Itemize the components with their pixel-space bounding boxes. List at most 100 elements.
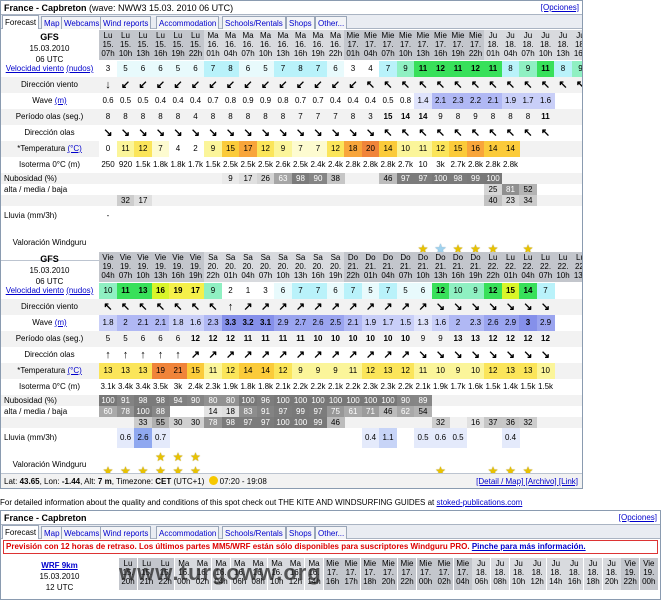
value-cell: 9 (291, 363, 310, 379)
value-cell: 14 (256, 363, 275, 379)
value-cell (432, 395, 450, 406)
value-cell: 8 (525, 112, 531, 121)
value-cell: 5 (169, 61, 187, 77)
value-cell (134, 206, 152, 226)
value-cell (362, 417, 380, 428)
spot-title-2: France - Capbreton (4, 513, 87, 523)
pro-info-link[interactable]: Pinche para más información. (472, 542, 586, 551)
stoked-link[interactable]: stoked-publications.com (437, 498, 523, 507)
value-cell: 7 (309, 61, 327, 77)
value-cell (152, 206, 170, 226)
unit-link[interactable]: (m) (55, 96, 67, 105)
day-label: Ju (588, 559, 598, 568)
value-cell: 80 (204, 395, 222, 406)
tab-webcams[interactable]: Webcams (61, 526, 103, 539)
value-cell (222, 184, 240, 195)
value-cell: 98 (151, 395, 170, 406)
tab-schools-rentals[interactable]: Schools/Rentals (222, 16, 286, 29)
wind-speed-link[interactable]: Velocidad viento (6, 64, 64, 73)
unit-link[interactable]: (°C) (67, 144, 81, 153)
value-cell (572, 331, 583, 347)
value-cell (519, 428, 537, 448)
arrow-cell: ↗ (260, 349, 271, 361)
time-cell: Lu 22. 22h (484, 252, 502, 282)
value-cell: 14 (484, 141, 502, 157)
value-cell: 9 (438, 112, 443, 121)
value-cell: 12 (466, 61, 485, 77)
time-cell: Ju 18. 14h (546, 558, 565, 590)
value-cell: 10 (383, 334, 393, 343)
value-cell (292, 184, 310, 195)
tab-schools-rentals[interactable]: Schools/Rentals (222, 526, 286, 539)
day-label: Ju (570, 559, 579, 568)
value-cell: 7 (379, 283, 397, 299)
value-cell: 9 (519, 61, 537, 77)
tab-map[interactable]: Map (41, 16, 63, 29)
model-name-2: WRF 9km (41, 561, 78, 570)
date-label: 18. (557, 40, 569, 49)
day-label: Lu (138, 31, 148, 40)
tab-other[interactable]: Other... (315, 526, 348, 539)
day-label: Mie (363, 559, 377, 568)
tab-map[interactable]: Map (41, 526, 63, 539)
value-cell: 9 (326, 363, 345, 379)
value-cell (554, 379, 572, 395)
tab-other[interactable]: Other... (315, 16, 348, 29)
value-cell: 11 (541, 112, 550, 121)
value-cell: 8 (554, 61, 572, 77)
guide-note: For detailed information about the quali… (0, 498, 523, 507)
value-cell (467, 206, 485, 226)
tab-forecast[interactable]: Forecast (2, 525, 40, 539)
time-cell: Ju 18. 18h (584, 558, 602, 590)
unit-link[interactable]: (°C) (67, 366, 81, 375)
day-label: Ju (541, 31, 550, 40)
tab-forecast[interactable]: Forecast (2, 15, 40, 29)
arrow-cell (572, 125, 583, 141)
day-label: Do (435, 253, 446, 262)
value-cell: 83 (239, 406, 257, 417)
value-cell: 1.8k (152, 160, 169, 169)
value-cell: 32 (116, 195, 135, 206)
time-cell: Vie 19. 13h (151, 252, 170, 282)
detail-links[interactable]: [Detail / Map] [Archivo] [Link] (476, 474, 578, 488)
value-cell: 1.7k (450, 382, 466, 391)
value-cell: 1.4k (502, 382, 519, 391)
unit-link[interactable]: (m) (55, 318, 67, 327)
value-cell (554, 195, 572, 206)
arrow-cell: ↘ (155, 127, 166, 139)
value-cell: 0.7 (291, 93, 310, 109)
wind-speed-link[interactable]: Velocidad viento (6, 286, 64, 295)
tab-webcams[interactable]: Webcams (61, 16, 103, 29)
value-cell: 0.4 (151, 93, 170, 109)
tab-accommodation[interactable]: Accommodation (156, 16, 220, 29)
hour-label: 00h (642, 577, 656, 586)
wave-direction-label: Dirección olas (1, 125, 98, 141)
value-cell (99, 428, 117, 448)
value-cell: 2.5 (326, 315, 345, 331)
value-cell: 10 (313, 334, 323, 343)
opciones-link[interactable]: [Opciones] (541, 3, 579, 12)
arrow-cell: ↗ (348, 349, 358, 361)
unit-link[interactable]: (nudos) (66, 286, 93, 295)
value-cell: 90 (309, 173, 327, 184)
value-cell: 78 (204, 417, 222, 428)
time-cell: Mie 17. 00h (416, 558, 435, 590)
value-cell: 250 (101, 160, 115, 169)
time-cell: Vie 19. 19h (186, 252, 205, 282)
tab-wind-reports[interactable]: Wind reports (100, 16, 152, 29)
opciones-link-2[interactable]: [Opciones] (619, 513, 657, 522)
unit-link[interactable]: (nudos) (66, 64, 93, 73)
tab-shops[interactable]: Shops (286, 16, 315, 29)
value-cell (467, 184, 485, 195)
date-label: 17. (417, 40, 429, 49)
value-cell: 21 (169, 363, 187, 379)
hour-label: 22h (328, 49, 343, 58)
tab-accommodation[interactable]: Accommodation (156, 526, 220, 539)
value-cell: 9 (438, 334, 443, 343)
value-cell (572, 395, 583, 406)
date-label: 17. (382, 568, 394, 577)
tab-wind-reports[interactable]: Wind reports (100, 526, 152, 539)
tab-shops[interactable]: Shops (286, 526, 315, 539)
alt-value: 7 m (97, 477, 112, 486)
value-cell: 99 (466, 173, 485, 184)
